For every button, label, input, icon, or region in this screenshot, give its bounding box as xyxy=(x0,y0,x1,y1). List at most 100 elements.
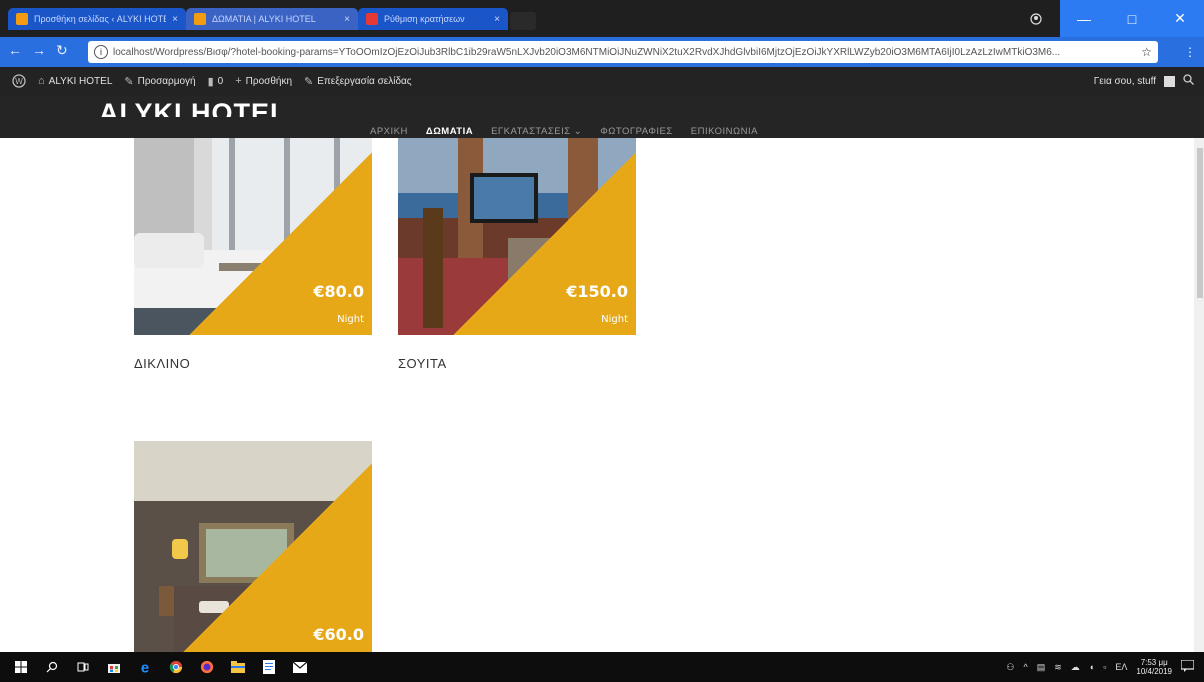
nav-item-photos[interactable]: ΦΩΤΟΓΡΑΦΙΕΣ xyxy=(600,126,673,137)
comment-icon: ▮ xyxy=(207,75,214,88)
room-price: €150.0 xyxy=(566,282,628,301)
language-indicator[interactable]: ΕΛ xyxy=(1115,662,1127,672)
room-title-double[interactable]: ΔΙΚΛΙΝΟ xyxy=(134,356,190,371)
search-icon[interactable] xyxy=(45,660,59,674)
wifi-icon[interactable]: ≋ xyxy=(1054,662,1062,673)
admin-site-name-label: ALYKI HOTEL xyxy=(48,75,113,87)
edge-browser-icon[interactable]: e xyxy=(138,660,152,675)
chrome-browser-icon[interactable] xyxy=(169,660,183,674)
reload-icon[interactable]: ↻ xyxy=(56,42,68,59)
clock-date: 10/4/2019 xyxy=(1136,667,1172,676)
room-card-image-suite[interactable]: €150.0 Night xyxy=(398,138,636,335)
avatar xyxy=(1164,75,1175,87)
site-logo[interactable]: ALYKI HOTEL xyxy=(99,97,288,117)
browser-tab-rooms[interactable]: ΔΩΜΑΤΙΑ | ALYKI HOTEL × xyxy=(186,8,358,30)
system-tray: ⚇ ^ ▤ ≋ ☁ ◖ ▫ ΕΛ 7:53 μμ 10/4/2019 xyxy=(1006,652,1195,682)
nav-buttons: ← → ↻ xyxy=(8,42,68,59)
admin-comments-link[interactable]: ▮ 0 xyxy=(208,75,224,88)
room-price-unit: Night xyxy=(601,314,628,325)
taskbar-apps: e xyxy=(14,652,307,682)
tab-title: ΔΩΜΑΤΙΑ | ALYKI HOTEL xyxy=(212,14,316,24)
svg-text:W: W xyxy=(15,77,23,86)
pencil-icon: ✎ xyxy=(304,75,314,88)
main-navigation: ΑΡΧΙΚΗ ΔΩΜΑΤΙΑ ΕΓΚΑΤΑΣΤΑΣΕΙΣ ⌄ ΦΩΤΟΓΡΑΦΙ… xyxy=(370,126,776,137)
room-price: €80.0 xyxy=(313,282,364,301)
nav-item-contact[interactable]: ΕΠΙΚΟΙΝΩΝΙΑ xyxy=(691,126,758,137)
document-icon[interactable] xyxy=(262,660,276,674)
url-text[interactable]: localhost/Wordpress/Βισφ/?hotel-booking-… xyxy=(113,47,1136,58)
admin-customize-link[interactable]: ✎ Προσαρμογή xyxy=(124,75,195,88)
tab-close-icon[interactable]: × xyxy=(344,14,350,25)
room-title-suite[interactable]: ΣΟΥΙΤΑ xyxy=(398,356,447,371)
tab-favicon-icon xyxy=(366,13,378,25)
store-icon[interactable] xyxy=(107,660,121,674)
tab-favicon-icon xyxy=(194,13,206,25)
wp-admin-bar: W ⌂ ALYKI HOTEL ✎ Προσαρμογή ▮ 0 + Προσθ… xyxy=(0,67,1204,95)
admin-site-name-link[interactable]: ⌂ ALYKI HOTEL xyxy=(38,75,112,87)
svg-text:e: e xyxy=(141,660,149,675)
home-icon: ⌂ xyxy=(38,75,45,87)
notifications-icon[interactable] xyxy=(1180,659,1195,674)
window-controls: — □ ✕ xyxy=(1012,0,1204,37)
tab-title: Ρύθμιση κρατήσεων xyxy=(384,14,465,24)
admin-customize-label: Προσαρμογή xyxy=(137,75,196,87)
browser-menu-icon[interactable]: ⋮ xyxy=(1184,45,1196,59)
start-windows-icon[interactable] xyxy=(14,660,28,674)
tab-title: Προσθήκη σελίδας ‹ ALYKI HOTEL — WordPre… xyxy=(34,14,166,24)
room-card-image-double[interactable]: €80.0 Night xyxy=(134,138,372,335)
plus-icon: + xyxy=(235,75,242,87)
maximize-icon: □ xyxy=(1127,10,1137,27)
clock[interactable]: 7:53 μμ 10/4/2019 xyxy=(1136,658,1172,676)
chevron-down-icon: ⌄ xyxy=(573,126,583,137)
wp-logo-icon[interactable]: W xyxy=(12,74,26,88)
tab-close-icon[interactable]: × xyxy=(172,14,178,25)
close-button[interactable]: ✕ xyxy=(1156,0,1204,37)
admin-edit-page-link[interactable]: ✎ Επεξεργασία σελίδας xyxy=(304,75,412,88)
comments-count: 0 xyxy=(217,75,224,87)
task-view-icon[interactable] xyxy=(76,660,90,674)
tab-favicon-icon xyxy=(16,13,28,25)
chevron-up-icon[interactable]: ^ xyxy=(1023,662,1027,672)
room-card-image-single[interactable]: €60.0 xyxy=(134,441,372,652)
price-ribbon xyxy=(134,138,372,335)
new-tab-button[interactable] xyxy=(510,12,536,30)
nav-item-facilities[interactable]: ΕΓΚΑΤΑΣΤΑΣΕΙΣ ⌄ xyxy=(491,126,582,137)
people-icon[interactable]: ⚇ xyxy=(1006,662,1014,673)
file-explorer-icon[interactable] xyxy=(231,660,245,674)
close-icon: ✕ xyxy=(1174,10,1186,26)
cloud-icon[interactable]: ☁ xyxy=(1071,662,1080,673)
back-arrow-icon[interactable]: ← xyxy=(8,42,22,59)
admin-account[interactable]: Γεια σου, stuff xyxy=(1094,67,1194,95)
clock-time: 7:53 μμ xyxy=(1140,658,1168,667)
mail-icon[interactable] xyxy=(293,660,307,674)
nav-item-facilities-label: ΕΓΚΑΤΑΣΤΑΣΕΙΣ xyxy=(491,126,571,137)
nav-item-rooms[interactable]: ΔΩΜΑΤΙΑ xyxy=(426,126,473,137)
admin-greeting: Γεια σου, stuff xyxy=(1093,75,1156,87)
admin-new-label: Προσθήκη xyxy=(245,75,292,87)
minimize-button[interactable]: — xyxy=(1060,0,1108,37)
network-icon[interactable]: ▤ xyxy=(1037,662,1046,673)
maximize-button[interactable]: □ xyxy=(1108,0,1156,37)
browser-tab-booking[interactable]: Ρύθμιση κρατήσεων × xyxy=(358,8,508,30)
minimize-icon: — xyxy=(1077,10,1091,27)
browser-toolbar: ← → ↻ i localhost/Wordpress/Βισφ/?hotel-… xyxy=(0,37,1204,67)
admin-edit-page-label: Επεξεργασία σελίδας xyxy=(317,75,412,87)
firefox-browser-icon[interactable] xyxy=(200,660,214,674)
brush-icon: ✎ xyxy=(124,75,134,88)
price-ribbon xyxy=(134,441,372,652)
search-icon[interactable] xyxy=(1183,74,1194,88)
browser-tab-wp-admin[interactable]: Προσθήκη σελίδας ‹ ALYKI HOTEL — WordPre… xyxy=(8,8,186,30)
room-price-unit: Night xyxy=(337,314,364,325)
account-icon[interactable] xyxy=(1012,0,1060,37)
address-bar[interactable]: i localhost/Wordpress/Βισφ/?hotel-bookin… xyxy=(88,41,1158,63)
admin-new-link[interactable]: + Προσθήκη xyxy=(235,75,292,87)
input-method-icon[interactable]: ▫ xyxy=(1103,662,1106,672)
volume-icon[interactable]: ◖ xyxy=(1089,662,1094,672)
bookmark-star-icon[interactable]: ☆ xyxy=(1141,45,1152,59)
nav-item-home[interactable]: ΑΡΧΙΚΗ xyxy=(370,126,408,137)
forward-arrow-icon[interactable]: → xyxy=(32,42,46,59)
scrollbar-thumb[interactable] xyxy=(1197,148,1203,298)
tab-close-icon[interactable]: × xyxy=(494,14,500,25)
room-price: €60.0 xyxy=(313,625,364,644)
site-info-icon[interactable]: i xyxy=(94,45,108,59)
